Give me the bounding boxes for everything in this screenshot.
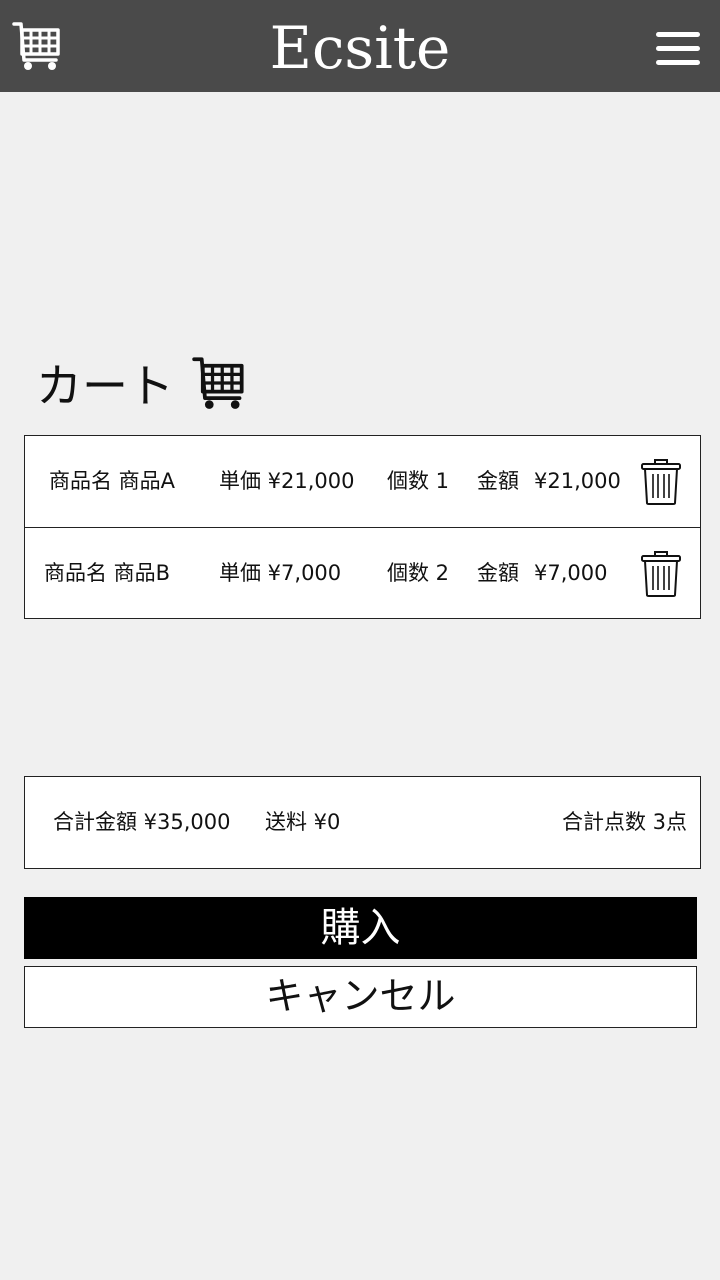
order-summary: 合計金額 ¥35,000 送料 ¥0 合計点数 3点: [24, 776, 701, 869]
item-unit-price: 単価 ¥7,000: [219, 561, 342, 585]
site-title: Ecsite: [269, 14, 451, 82]
cart-title-label: カート: [36, 359, 174, 413]
delete-item-button[interactable]: [640, 458, 682, 506]
item-quantity: 個数 2: [387, 561, 450, 585]
cart-item-list: 商品名 商品A 単価 ¥21,000 個数 1 金額 ¥21,000 商品名 商…: [24, 435, 701, 619]
cart-item-row: 商品名 商品B 単価 ¥7,000 個数 2 金額 ¥7,000: [25, 527, 700, 619]
total-amount: 合計金額 ¥35,000: [53, 810, 231, 834]
trash-icon: [640, 458, 682, 506]
item-name: 商品名 商品B: [44, 561, 171, 585]
hamburger-menu-icon: [656, 60, 700, 65]
item-name: 商品名 商品A: [49, 469, 176, 493]
cart-icon: [192, 354, 246, 412]
item-amount-value: ¥7,000: [534, 561, 608, 585]
hamburger-menu-icon: [656, 32, 700, 37]
total-count: 合計点数 3点: [561, 810, 687, 834]
item-amount-value: ¥21,000: [534, 469, 621, 493]
purchase-button[interactable]: 購入: [24, 897, 697, 959]
cart-item-row: 商品名 商品A 単価 ¥21,000 個数 1 金額 ¥21,000: [25, 436, 700, 527]
delete-item-button[interactable]: [640, 550, 682, 598]
shipping-fee: 送料 ¥0: [265, 810, 341, 834]
trash-icon: [640, 550, 682, 598]
app-header: Ecsite: [0, 0, 720, 92]
hamburger-menu-icon: [656, 46, 700, 51]
item-amount-label: 金額: [477, 561, 519, 585]
cart-section-title: カート: [36, 350, 246, 416]
cancel-button[interactable]: キャンセル: [24, 966, 697, 1028]
menu-button[interactable]: [656, 30, 702, 68]
item-amount-label: 金額: [477, 469, 519, 493]
item-quantity: 個数 1: [387, 469, 450, 493]
item-unit-price: 単価 ¥21,000: [219, 469, 355, 493]
